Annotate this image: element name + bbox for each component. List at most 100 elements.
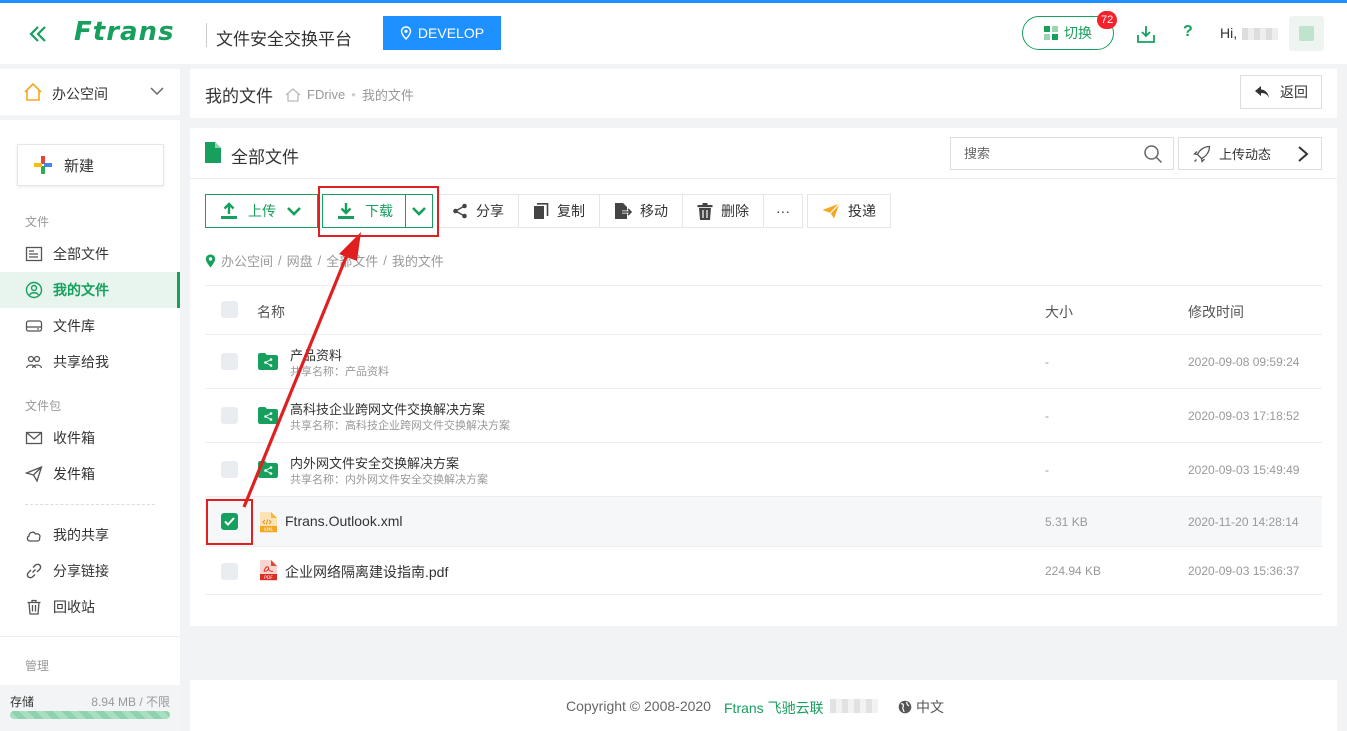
sidebar-item-all-files[interactable]: 全部文件 <box>0 236 180 272</box>
sidebar-separator <box>0 636 180 637</box>
folder-modified: 2020-09-08 09:59:24 <box>1188 355 1300 369</box>
path-separator: / <box>383 253 387 268</box>
table-header: 名称 大小 修改时间 <box>205 285 1322 335</box>
paper-plane-icon <box>25 465 43 483</box>
move-button[interactable]: 移动 <box>600 194 683 228</box>
upload-activity-button[interactable]: 上传动态 <box>1178 137 1322 170</box>
language-switch[interactable]: 中文 <box>898 697 944 717</box>
search-icon[interactable] <box>1143 144 1163 164</box>
more-button[interactable]: ··· <box>764 194 803 228</box>
colorful-plus-icon <box>34 156 52 174</box>
sidebar-item-label: 文件库 <box>53 318 95 334</box>
chevron-down-icon <box>150 87 164 96</box>
delete-button[interactable]: 删除 <box>683 194 764 228</box>
avatar[interactable] <box>1289 16 1324 51</box>
sidebar-item-share-links[interactable]: 分享链接 <box>0 553 180 589</box>
sidebar: 新建 文件 全部文件 我的文件 文件库 共享给我 文件包 收件箱 发件箱 我的共… <box>0 120 180 731</box>
row-checkbox[interactable] <box>221 353 238 370</box>
download-tray-icon[interactable] <box>1135 23 1157 45</box>
workspace-selector[interactable]: 办公空间 <box>0 69 180 115</box>
brand-link[interactable]: Ftrans 飞驰云联 <box>724 698 824 718</box>
grid-apps-icon <box>1044 26 1058 40</box>
column-header-size[interactable]: 大小 <box>1045 302 1073 322</box>
footer: Copyright © 2008-2020 Ftrans 飞驰云联 中文 <box>190 680 1337 731</box>
folder-name[interactable]: 高科技企业跨网文件交换解决方案 <box>290 399 485 418</box>
rocket-icon <box>1193 145 1211 163</box>
sidebar-item-library[interactable]: 文件库 <box>0 308 180 344</box>
sidebar-item-outbox[interactable]: 发件箱 <box>0 456 180 492</box>
home-icon <box>24 82 42 101</box>
path-separator: / <box>278 253 282 268</box>
delete-label: 删除 <box>721 203 749 219</box>
column-header-name[interactable]: 名称 <box>257 302 285 322</box>
user-files-icon <box>25 281 43 299</box>
select-all-checkbox[interactable] <box>221 301 238 318</box>
upload-icon <box>221 202 237 219</box>
table-row-selected[interactable]: XML Ftrans.Outlook.xml 5.31 KB 2020-11-2… <box>205 497 1322 547</box>
new-button[interactable]: 新建 <box>17 144 164 186</box>
double-chevron-left-icon[interactable] <box>27 23 49 45</box>
share-label: 分享 <box>476 203 504 219</box>
row-checkbox[interactable] <box>221 563 238 580</box>
share-nodes-icon <box>453 203 467 219</box>
checkbox-highlight-box <box>206 499 253 545</box>
folder-share-name: 共享名称：高科技企业跨网文件交换解决方案 <box>290 420 510 432</box>
breadcrumb-current: 我的文件 <box>361 88 414 103</box>
table-row[interactable]: 内外网文件安全交换解决方案 共享名称：内外网文件安全交换解决方案 - 2020-… <box>205 443 1322 497</box>
table-row[interactable]: 产品资料 共享名称：产品资料 - 2020-09-08 09:59:24 <box>205 335 1322 389</box>
send-plane-icon <box>822 203 840 219</box>
file-name[interactable]: 企业网络隔离建设指南.pdf <box>285 562 448 582</box>
back-button[interactable]: 返回 <box>1240 75 1322 109</box>
column-header-modified[interactable]: 修改时间 <box>1188 302 1244 322</box>
share-button[interactable]: 分享 <box>437 194 519 228</box>
sidebar-item-label: 回收站 <box>53 599 95 615</box>
file-toolbar: 上传 下载 分享 复制 移动 删除 ··· 投递 <box>205 194 891 228</box>
document-icon <box>205 142 221 163</box>
folder-name[interactable]: 产品资料 <box>290 345 342 364</box>
trash-icon <box>27 599 41 615</box>
sidebar-item-label: 收件箱 <box>53 430 95 446</box>
breadcrumb-root[interactable]: FDrive <box>307 87 345 102</box>
search-input[interactable] <box>964 146 1134 161</box>
home-icon[interactable] <box>285 87 301 102</box>
table-row[interactable]: PDF 企业网络隔离建设指南.pdf 224.94 KB 2020-09-03 … <box>205 547 1322 595</box>
sidebar-item-inbox[interactable]: 收件箱 <box>0 420 180 456</box>
sidebar-item-recycle-bin[interactable]: 回收站 <box>0 589 180 625</box>
path-segment[interactable]: 办公空间 <box>221 251 273 270</box>
row-checkbox[interactable] <box>221 461 238 478</box>
file-name[interactable]: Ftrans.Outlook.xml <box>285 513 402 529</box>
cloud-share-icon <box>26 531 41 542</box>
blurred-text <box>830 699 878 713</box>
row-checkbox[interactable] <box>221 407 238 424</box>
section-manage-title: 管理 <box>25 659 50 673</box>
upload-button-group: 上传 <box>205 194 318 228</box>
sidebar-item-label: 发件箱 <box>53 466 95 482</box>
deliver-label: 投递 <box>848 203 876 219</box>
current-path: 办公空间 / 网盘 / 全部文件 / 我的文件 <box>205 251 444 270</box>
copy-button[interactable]: 复制 <box>519 194 600 228</box>
folder-name[interactable]: 内外网文件安全交换解决方案 <box>290 453 459 472</box>
deliver-button[interactable]: 投递 <box>807 194 891 228</box>
folder-size: - <box>1045 463 1049 477</box>
path-segment[interactable]: 全部文件 <box>326 251 378 270</box>
table-row[interactable]: 高科技企业跨网文件交换解决方案 共享名称：高科技企业跨网文件交换解决方案 - 2… <box>205 389 1322 443</box>
page-title: 我的文件 <box>205 87 273 106</box>
section-package-title: 文件包 <box>25 399 62 413</box>
ftrans-logo: Ftrans <box>74 17 175 47</box>
upload-activity-label: 上传动态 <box>1219 147 1272 162</box>
notification-badge: 72 <box>1097 11 1118 29</box>
storage-progress-bar <box>10 711 170 719</box>
chevron-down-icon[interactable] <box>286 205 302 217</box>
globe-icon <box>898 700 912 714</box>
folder-share-name: 共享名称：产品资料 <box>290 366 389 378</box>
help-icon[interactable]: ? <box>1183 23 1193 41</box>
sidebar-item-shared-with-me[interactable]: 共享给我 <box>0 344 180 380</box>
develop-env-button[interactable]: DEVELOP <box>383 16 501 50</box>
sidebar-item-my-files[interactable]: 我的文件 <box>0 272 180 308</box>
path-segment[interactable]: 网盘 <box>287 251 313 270</box>
search-box[interactable] <box>950 137 1174 170</box>
sidebar-item-my-share[interactable]: 我的共享 <box>0 517 180 553</box>
top-header: Ftrans 文件安全交换平台 DEVELOP 切换 72 ? Hi, <box>0 3 1347 64</box>
upload-button[interactable]: 上传 <box>206 195 288 227</box>
new-label: 新建 <box>64 157 95 175</box>
